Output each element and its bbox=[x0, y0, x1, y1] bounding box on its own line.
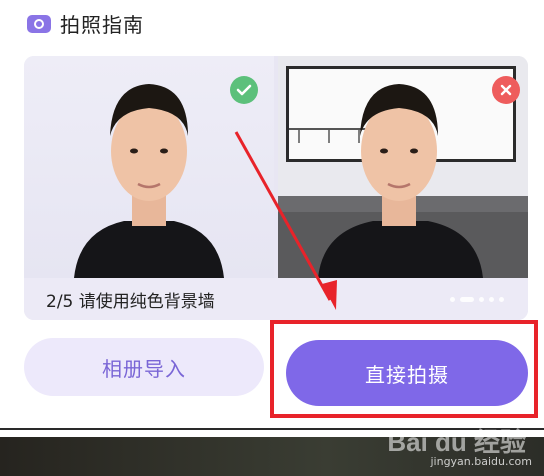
watermark-logo: Bai du 经验 bbox=[387, 427, 526, 457]
page-indicator[interactable] bbox=[450, 297, 504, 302]
photo-guide-card[interactable]: 2/5 请使用纯色背景墙 bbox=[24, 56, 528, 320]
bad-example-photo bbox=[278, 56, 528, 278]
camera-icon bbox=[27, 15, 51, 33]
annotation-highlight-box bbox=[270, 320, 538, 418]
guide-caption-bar: 2/5 请使用纯色背景墙 bbox=[24, 278, 528, 320]
album-import-button[interactable]: 相册导入 bbox=[24, 338, 264, 396]
page-dot-active[interactable] bbox=[460, 297, 474, 302]
good-example-badge bbox=[230, 76, 258, 104]
guide-header: 拍照指南 bbox=[26, 8, 144, 38]
page-dot[interactable] bbox=[479, 297, 484, 302]
check-icon bbox=[236, 84, 252, 96]
watermark-url: jingyan.baidu.com bbox=[430, 455, 532, 468]
guide-caption: 2/5 请使用纯色背景墙 bbox=[46, 292, 215, 312]
page-dot[interactable] bbox=[489, 297, 494, 302]
good-example-photo bbox=[24, 56, 274, 278]
page-dot[interactable] bbox=[499, 297, 504, 302]
close-icon bbox=[500, 84, 512, 96]
person-illustration bbox=[318, 84, 483, 278]
bad-example-badge bbox=[492, 76, 520, 104]
page-title: 拍照指南 bbox=[60, 12, 144, 37]
page-dot[interactable] bbox=[450, 297, 455, 302]
